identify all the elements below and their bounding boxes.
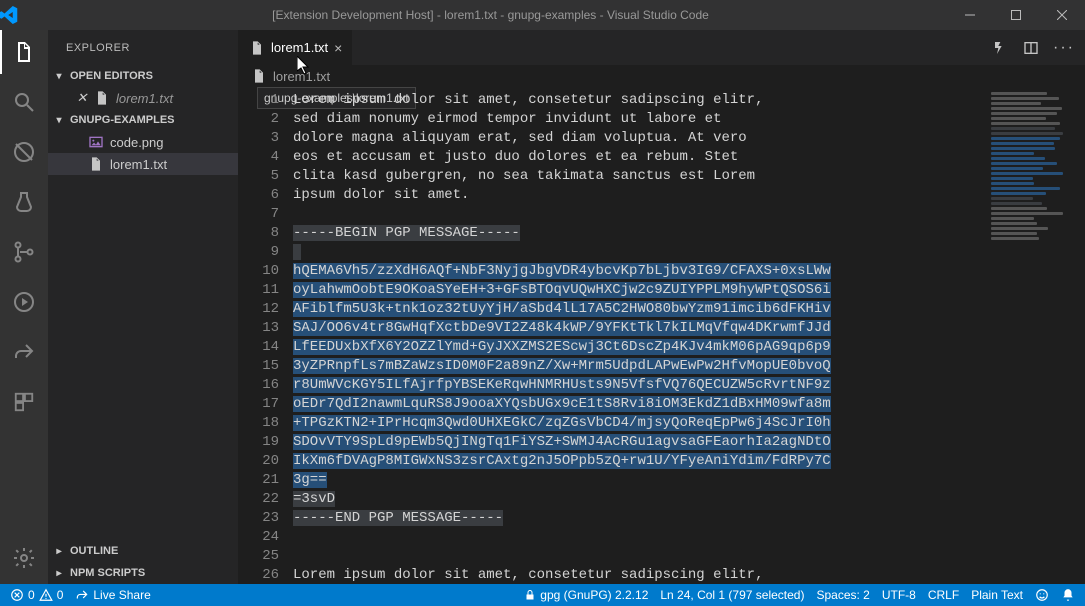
status-eol[interactable]: CRLF xyxy=(928,588,959,602)
open-editors-header[interactable]: ▾ Open Editors xyxy=(48,65,238,87)
live-share-icon[interactable] xyxy=(0,336,48,368)
outline-header[interactable]: ▸ Outline xyxy=(48,540,238,562)
settings-gear-icon[interactable] xyxy=(0,542,48,574)
minimap[interactable] xyxy=(991,92,1071,292)
activity-bar xyxy=(0,30,48,584)
open-editor-item[interactable]: ✕ lorem1.txt xyxy=(48,87,238,109)
line-number-gutter: 1234567891011121314151617181920212223242… xyxy=(239,87,293,584)
file-item-code-png[interactable]: code.png xyxy=(48,131,238,153)
status-live-share[interactable]: Live Share xyxy=(75,588,150,602)
close-tab-icon[interactable]: × xyxy=(334,40,342,56)
status-cursor-position[interactable]: Ln 24, Col 1 (797 selected) xyxy=(660,588,804,602)
image-file-icon xyxy=(88,134,104,150)
chevron-right-icon: ▸ xyxy=(52,546,66,557)
code-content[interactable]: Lorem ipsum dolor sit amet, consetetur s… xyxy=(293,87,1085,584)
debug-icon[interactable] xyxy=(0,136,48,168)
status-encoding[interactable]: UTF-8 xyxy=(882,588,916,602)
more-actions-icon[interactable]: ··· xyxy=(1053,39,1075,57)
breadcrumb[interactable]: lorem1.txt gnupg-examples\lorem1.txt xyxy=(239,65,1085,87)
source-control-icon[interactable] xyxy=(0,236,48,268)
npm-scripts-header[interactable]: ▸ NPM Scripts xyxy=(48,562,238,584)
tabs-bar: lorem1.txt × ··· xyxy=(239,30,1085,65)
status-language[interactable]: Plain Text xyxy=(971,588,1023,602)
file-icon xyxy=(94,90,110,106)
workspace-header[interactable]: ▾ gnupg-examples xyxy=(48,109,238,131)
status-feedback-icon[interactable] xyxy=(1035,588,1049,602)
status-indentation[interactable]: Spaces: 2 xyxy=(816,588,869,602)
search-icon[interactable] xyxy=(0,86,48,118)
sidebar: Explorer ▾ Open Editors ✕ lorem1.txt ▾ g… xyxy=(48,30,239,584)
title-bar: [Extension Development Host] - lorem1.tx… xyxy=(0,0,1085,30)
tab-lorem1-txt[interactable]: lorem1.txt × xyxy=(239,30,353,65)
text-file-icon xyxy=(88,156,104,172)
extensions-icon[interactable] xyxy=(0,386,48,418)
minimize-button[interactable] xyxy=(947,0,993,30)
explorer-icon[interactable] xyxy=(0,36,48,68)
vscode-icon xyxy=(0,6,34,24)
file-item-lorem1-txt[interactable]: lorem1.txt xyxy=(48,153,238,175)
split-editor-icon[interactable] xyxy=(1023,40,1039,56)
window-title: [Extension Development Host] - lorem1.tx… xyxy=(34,8,947,22)
compare-icon[interactable] xyxy=(993,40,1009,56)
status-bar: 0 0 Live Share gpg (GnuPG) 2.2.12 Ln 24,… xyxy=(0,584,1085,606)
editor-area: lorem1.txt × ··· lorem1.txt gnupg-exampl… xyxy=(239,30,1085,584)
test-icon[interactable] xyxy=(0,186,48,218)
status-problems[interactable]: 0 0 xyxy=(10,588,63,602)
text-file-icon xyxy=(249,40,265,56)
editor-body[interactable]: 1234567891011121314151617181920212223242… xyxy=(239,87,1085,584)
close-button[interactable] xyxy=(1039,0,1085,30)
main-area: Explorer ▾ Open Editors ✕ lorem1.txt ▾ g… xyxy=(0,30,1085,584)
sidebar-title: Explorer xyxy=(48,30,238,65)
close-editor-icon[interactable]: ✕ xyxy=(76,90,88,106)
status-gpg[interactable]: gpg (GnuPG) 2.2.12 xyxy=(524,588,648,602)
window-controls xyxy=(947,0,1085,30)
remote-icon[interactable] xyxy=(0,286,48,318)
maximize-button[interactable] xyxy=(993,0,1039,30)
text-file-icon xyxy=(251,68,267,84)
chevron-down-icon: ▾ xyxy=(52,71,66,82)
chevron-down-icon: ▾ xyxy=(52,115,66,126)
chevron-right-icon: ▸ xyxy=(52,568,66,579)
status-notifications-icon[interactable] xyxy=(1061,588,1075,602)
